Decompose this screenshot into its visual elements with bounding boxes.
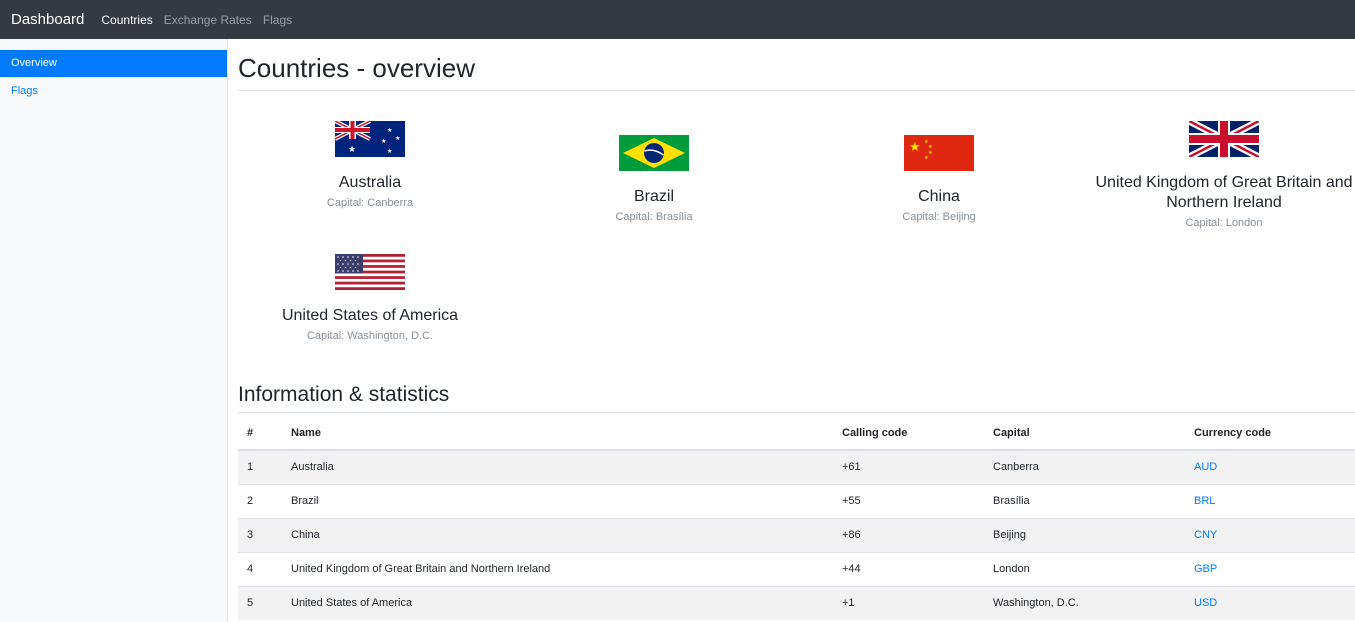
cell-index: 2 [238,483,282,518]
table-row: 4 United Kingdom of Great Britain and No… [238,551,1355,586]
sidebar: Overview Flags [0,39,228,622]
svg-text:★: ★ [348,144,356,154]
cell-capital: Canberra [984,449,1185,484]
col-header-calling-code: Calling code [833,416,984,451]
australia-flag-icon: ★ ★ ★ ★ ★ [335,121,405,157]
country-cards: ★ ★ ★ ★ ★ Australia Capital: Canberra Br… [238,91,1355,361]
country-capital: Capital: Brasília [615,211,693,223]
table-header-row: # Name Calling code Capital Currency cod… [238,416,1355,451]
country-name: United States of America [281,307,459,324]
cell-currency-code-link[interactable]: GBP [1185,551,1355,586]
cell-name: China [282,517,833,552]
cell-currency-code-link[interactable]: CNY [1185,517,1355,552]
cell-name: Brazil [282,483,833,518]
table-row: 2 Brazil +55 Brasília BRL [238,483,1355,518]
brazil-flag-icon [619,135,689,171]
country-name: Brazil [633,188,674,205]
top-nav: Countries Exchange Rates Flags [101,13,292,27]
col-header-capital: Capital [984,416,1185,451]
cell-name: United States of America [282,585,833,620]
sidebar-item-overview[interactable]: Overview [0,50,227,77]
cell-capital: Beijing [984,517,1185,552]
countries-table: # Name Calling code Capital Currency cod… [238,416,1355,620]
top-navbar: Dashboard Countries Exchange Rates Flags [0,0,1355,39]
usa-flag-icon [335,254,405,290]
main-content: Countries - overview ★ ★ ★ ★ ★ Australia… [238,39,1355,620]
cell-name: Australia [282,449,833,484]
col-header-name: Name [282,416,833,451]
cell-calling-code: +44 [833,551,984,586]
svg-text:★: ★ [387,127,392,134]
cell-index: 3 [238,517,282,552]
country-capital: Capital: Washington, D.C. [306,330,434,342]
col-header-currency-code: Currency code [1185,416,1355,451]
country-name: Australia [338,174,402,191]
country-name: China [918,188,960,205]
cell-index: 4 [238,551,282,586]
china-flag-icon: ★ ★ ★ ★ ★ [904,135,974,171]
cell-index: 1 [238,449,282,484]
country-capital: Capital: Canberra [326,197,414,209]
svg-text:★: ★ [381,138,386,145]
cell-calling-code: +1 [833,585,984,620]
cell-calling-code: +61 [833,449,984,484]
svg-text:★: ★ [395,135,400,142]
sidebar-item-flags[interactable]: Flags [0,78,227,105]
svg-text:★: ★ [387,148,392,155]
country-card-united-states: United States of America Capital: Washin… [230,254,510,342]
country-card-australia: ★ ★ ★ ★ ★ Australia Capital: Canberra [230,121,510,209]
cell-currency-code-link[interactable]: USD [1185,585,1355,620]
table-row: 1 Australia +61 Canberra AUD [238,449,1355,484]
country-card-china: ★ ★ ★ ★ ★ China Capital: Beijing [799,135,1079,223]
section-title: Information & statistics [238,383,1355,413]
svg-text:★: ★ [909,139,921,154]
table-row: 5 United States of America +1 Washington… [238,585,1355,620]
cell-currency-code-link[interactable]: BRL [1185,483,1355,518]
uk-flag-icon [1189,121,1259,157]
cell-capital: London [984,551,1185,586]
country-card-united-kingdom: United Kingdom of Great Britain and Nort… [1084,121,1355,229]
svg-text:★: ★ [928,150,933,156]
col-header-index: # [238,416,282,451]
country-capital: Capital: Beijing [902,211,976,223]
nav-link-countries[interactable]: Countries [101,13,152,27]
country-card-brazil: Brazil Capital: Brasília [514,135,794,223]
svg-text:★: ★ [924,155,929,161]
cell-calling-code: +55 [833,483,984,518]
cell-name: United Kingdom of Great Britain and Nort… [282,551,833,586]
nav-link-exchange-rates[interactable]: Exchange Rates [164,13,252,27]
cell-capital: Washington, D.C. [984,585,1185,620]
page-title: Countries - overview [238,52,1355,91]
country-name: United Kingdom of Great Britain and Nort… [1095,174,1353,211]
nav-link-flags[interactable]: Flags [263,13,292,27]
country-capital: Capital: London [1185,217,1263,229]
brand-link[interactable]: Dashboard [11,11,84,28]
cell-index: 5 [238,585,282,620]
cell-calling-code: +86 [833,517,984,552]
cell-currency-code-link[interactable]: AUD [1185,449,1355,484]
table-row: 3 China +86 Beijing CNY [238,517,1355,552]
cell-capital: Brasília [984,483,1185,518]
